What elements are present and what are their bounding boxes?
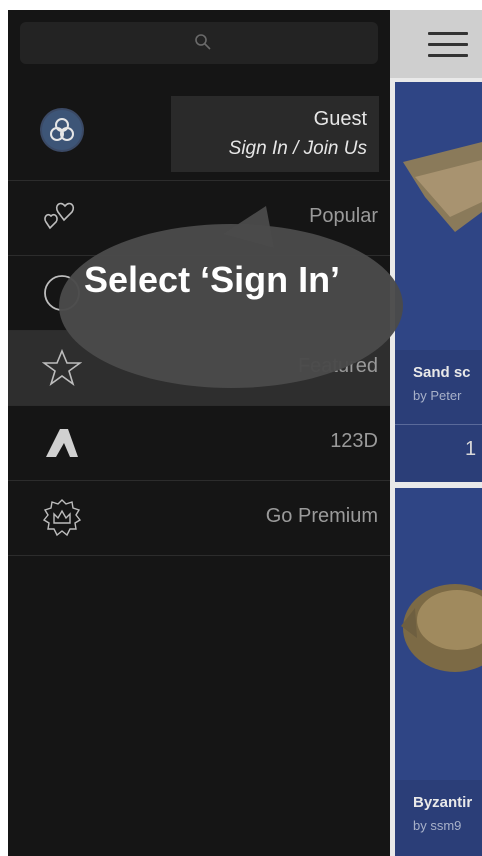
guest-name: Guest <box>313 108 367 130</box>
profile-row: Guest Sign In / Join Us <box>8 80 390 181</box>
card-info: Sand sc by Peter 1 <box>395 350 482 482</box>
card-info: Byzantir by ssm9 <box>395 780 482 856</box>
avatar[interactable] <box>40 108 84 152</box>
menu-label: 123D <box>330 430 378 452</box>
card-title: Byzantir <box>413 794 473 811</box>
navigation-drawer: Guest Sign In / Join Us Popular Featured <box>8 10 390 856</box>
content-panel: Sand sc by Peter 1 Byzantir by ssm9 <box>390 10 482 856</box>
menu-item-123d[interactable]: 123D <box>8 406 390 481</box>
trefoil-logo-icon <box>42 110 82 150</box>
autodesk-logo-icon <box>46 429 78 457</box>
card-author: by ssm9 <box>413 818 462 833</box>
sign-in-link[interactable]: Sign In / Join Us <box>229 138 367 160</box>
menu-item-go-premium[interactable]: Go Premium <box>8 481 390 556</box>
top-bar <box>390 10 482 78</box>
hamburger-menu-icon[interactable] <box>428 32 468 58</box>
search-icon[interactable] <box>194 33 212 51</box>
card-divider <box>395 424 482 425</box>
crown-badge-icon <box>42 499 82 537</box>
model-thumbnail <box>395 488 482 780</box>
sign-in-box[interactable]: Guest Sign In / Join Us <box>171 96 379 172</box>
model-card[interactable]: Byzantir by ssm9 <box>395 488 482 856</box>
search-bar[interactable] <box>20 22 378 64</box>
card-count: 1 <box>465 438 477 460</box>
menu-label: Go Premium <box>265 505 378 527</box>
model-thumbnail <box>395 82 482 350</box>
model-card[interactable]: Sand sc by Peter 1 <box>395 82 482 482</box>
tooltip-text: Select ‘Sign In’ <box>84 259 341 300</box>
card-author: by Peter <box>413 388 462 403</box>
app-screen: Sand sc by Peter 1 Byzantir by ssm9 Gues… <box>8 10 482 856</box>
card-title: Sand sc <box>413 364 471 381</box>
